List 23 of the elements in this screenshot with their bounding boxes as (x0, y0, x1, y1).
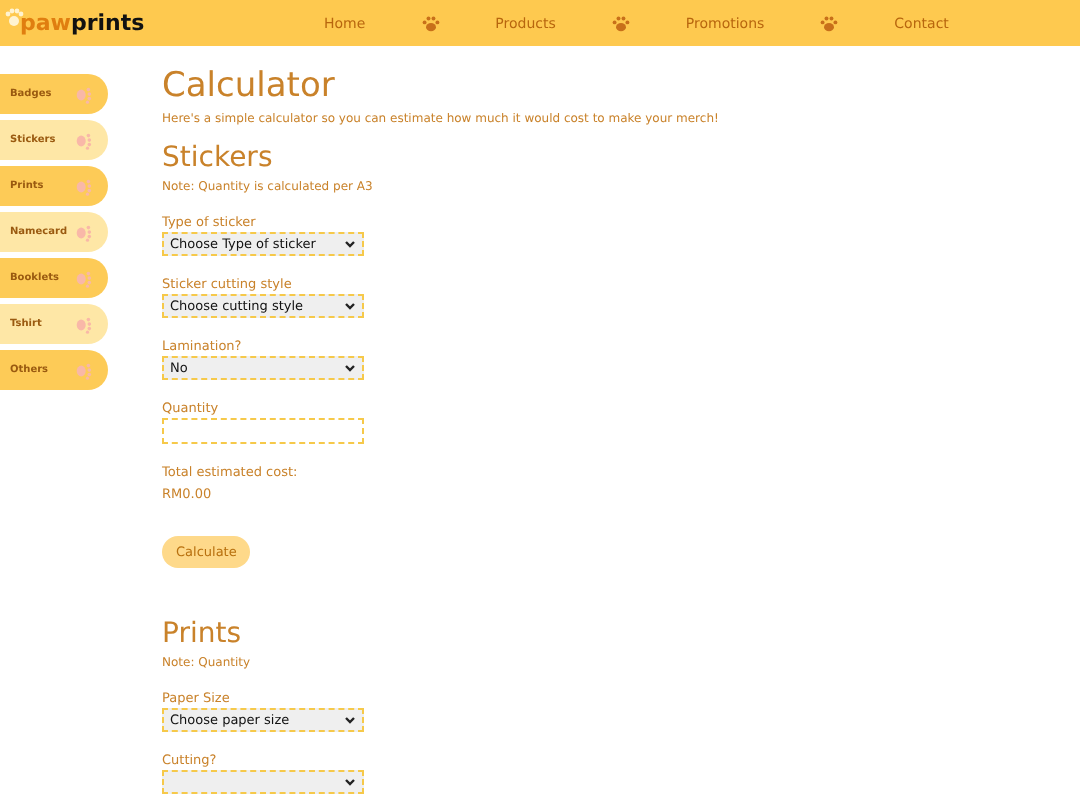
logo-text[interactable]: prints (70, 10, 145, 36)
section-heading: Prints (162, 616, 243, 652)
caret-icon (344, 716, 356, 724)
page-title: Calculator (162, 64, 337, 108)
paw-icon (4, 7, 24, 27)
section-heading: Stickers (162, 140, 275, 176)
paw-icon (611, 15, 630, 31)
select-field[interactable] (162, 770, 364, 794)
paw-icon (74, 131, 92, 149)
paw-icon (74, 223, 92, 241)
paw-icon (74, 269, 92, 287)
paw-icon (820, 15, 839, 31)
paw-icon (74, 85, 92, 103)
paw-icon (74, 361, 92, 379)
logo-text[interactable]: paw (20, 10, 71, 36)
caret-icon (344, 302, 356, 310)
caret-icon (344, 778, 356, 786)
caret-icon (344, 364, 356, 372)
paw-icon (74, 177, 92, 195)
quantity-field[interactable] (162, 418, 364, 444)
paw-icon (421, 15, 440, 31)
caret-icon (344, 240, 356, 248)
paw-icon (74, 315, 92, 333)
